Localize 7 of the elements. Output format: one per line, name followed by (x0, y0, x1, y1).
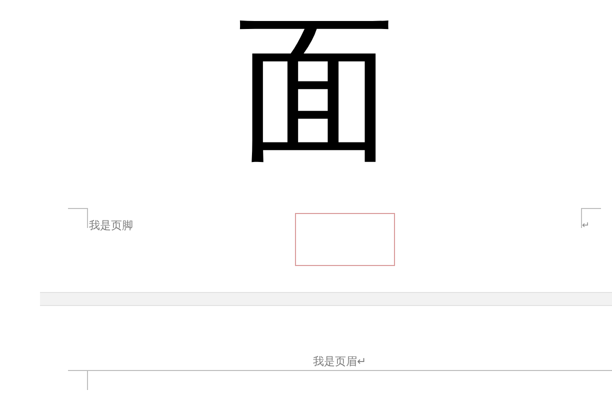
paragraph-mark: ↵ (582, 219, 590, 231)
header-text[interactable]: 我是页眉↵ (313, 355, 366, 369)
corner-mark (581, 208, 601, 228)
footer-text[interactable]: 我是页脚 (89, 219, 133, 233)
corner-mark (68, 208, 88, 228)
text-box[interactable] (295, 213, 395, 266)
body-text: 面 (237, 8, 395, 173)
